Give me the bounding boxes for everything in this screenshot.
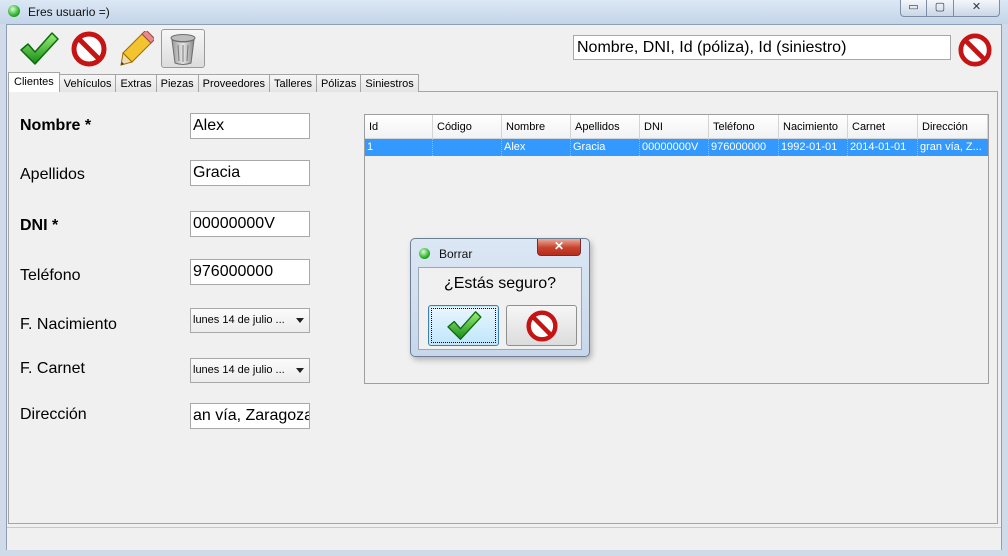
direccion-field[interactable]: an vía, Zaragoza — [190, 403, 310, 429]
minimize-icon: ▭ — [908, 1, 919, 13]
dialog-message: ¿Estás seguro? — [443, 275, 557, 292]
tab-extras[interactable]: Extras — [115, 74, 157, 92]
column-header-apellidos[interactable]: Apellidos — [571, 115, 640, 139]
direccion-label: Dirección — [20, 406, 87, 423]
maximize-icon: ▢ — [934, 1, 946, 13]
tab-bar: Clientes Vehículos Extras Piezas Proveed… — [8, 72, 419, 92]
close-icon: ✕ — [553, 239, 565, 253]
tab-proveedores[interactable]: Proveedores — [197, 74, 271, 92]
table-cell: gran vía, Z... — [920, 141, 982, 153]
column-header-id[interactable]: Id — [365, 115, 433, 139]
column-header-nombre[interactable]: Nombre — [502, 115, 571, 139]
maximize-button[interactable]: ▢ — [926, 0, 954, 17]
close-window-button[interactable]: ✕ — [953, 0, 1000, 17]
column-header-codigo[interactable]: Código — [433, 115, 502, 139]
clear-search-button[interactable] — [955, 30, 995, 70]
column-header-nacimiento[interactable]: Nacimiento — [779, 115, 848, 139]
status-bar — [7, 527, 1001, 550]
table-cell: 976000000 — [709, 139, 779, 156]
table-cell: 00000000V — [640, 139, 709, 156]
table-cell: Alex — [502, 139, 571, 156]
red-forbidden-icon — [525, 309, 558, 342]
column-header-direccion[interactable]: Dirección — [918, 115, 988, 139]
tab-piezas[interactable]: Piezas — [155, 74, 199, 92]
search-input[interactable] — [573, 35, 951, 60]
dni-field[interactable]: 00000000V — [190, 211, 310, 237]
nacimiento-value: lunes 14 de julio ... — [193, 314, 285, 326]
nacimiento-label: F. Nacimiento — [20, 316, 117, 333]
table-cell — [433, 139, 502, 156]
cancel-button[interactable] — [67, 29, 111, 69]
red-forbidden-icon — [958, 33, 992, 67]
nombre-label: Nombre * — [20, 117, 92, 134]
dialog-app-icon — [419, 248, 430, 259]
tab-clientes[interactable]: Clientes — [8, 72, 60, 92]
apellidos-label: Apellidos — [20, 166, 85, 183]
dialog-title: Borrar — [439, 247, 473, 261]
chevron-down-icon — [296, 368, 304, 373]
accept-button[interactable] — [17, 29, 61, 69]
chevron-down-icon — [296, 318, 304, 323]
tab-polizas[interactable]: Pólizas — [315, 74, 362, 92]
edit-button[interactable] — [114, 29, 158, 69]
minimize-button[interactable]: ▭ — [900, 0, 927, 17]
window-title: Eres usuario =) — [28, 5, 110, 19]
telefono-label: Teléfono — [20, 267, 81, 284]
app-icon — [8, 5, 20, 17]
table-cell: 1992-01-01 — [779, 139, 848, 156]
telefono-field[interactable]: 976000000 — [190, 259, 310, 285]
table-cell: 2014-01-01 — [848, 139, 918, 156]
column-header-dni[interactable]: DNI — [640, 115, 709, 139]
dialog-body: ¿Estás seguro? — [418, 267, 582, 350]
tab-vehiculos[interactable]: Vehículos — [58, 74, 117, 92]
nacimiento-date-picker[interactable]: lunes 14 de julio ... — [190, 308, 310, 333]
carnet-date-picker[interactable]: lunes 14 de julio ... — [190, 358, 310, 383]
confirm-delete-dialog[interactable]: Borrar ✕ ¿Estás seguro? — [410, 238, 590, 357]
pencil-icon — [120, 31, 154, 66]
table-cell: Gracia — [571, 139, 640, 156]
tab-siniestros[interactable]: Siniestros — [360, 74, 419, 92]
focus-rectangle — [431, 308, 496, 343]
dialog-close-button[interactable]: ✕ — [537, 239, 581, 256]
carnet-value: lunes 14 de julio ... — [193, 364, 285, 376]
green-check-icon — [20, 32, 59, 65]
confirm-no-button[interactable] — [506, 305, 577, 346]
dni-label: DNI * — [20, 217, 59, 234]
column-header-telefono[interactable]: Teléfono — [709, 115, 779, 139]
column-header-carnet[interactable]: Carnet — [848, 115, 918, 139]
table-cell: 1 — [365, 139, 433, 156]
trash-can-icon — [170, 33, 196, 65]
tab-talleres[interactable]: Talleres — [269, 74, 317, 92]
table-row[interactable]: 1 Alex Gracia 00000000V 976000000 1992-0… — [365, 139, 988, 156]
nombre-field[interactable]: Alex — [190, 113, 310, 139]
close-icon: ✕ — [971, 1, 982, 13]
apellidos-field[interactable]: Gracia — [190, 160, 310, 186]
title-bar[interactable]: Eres usuario =) ▭ ▢ ✕ — [0, 0, 1008, 24]
delete-button[interactable] — [161, 29, 205, 68]
red-forbidden-icon — [71, 31, 107, 67]
confirm-yes-button[interactable] — [428, 305, 499, 346]
carnet-label: F. Carnet — [20, 360, 85, 377]
